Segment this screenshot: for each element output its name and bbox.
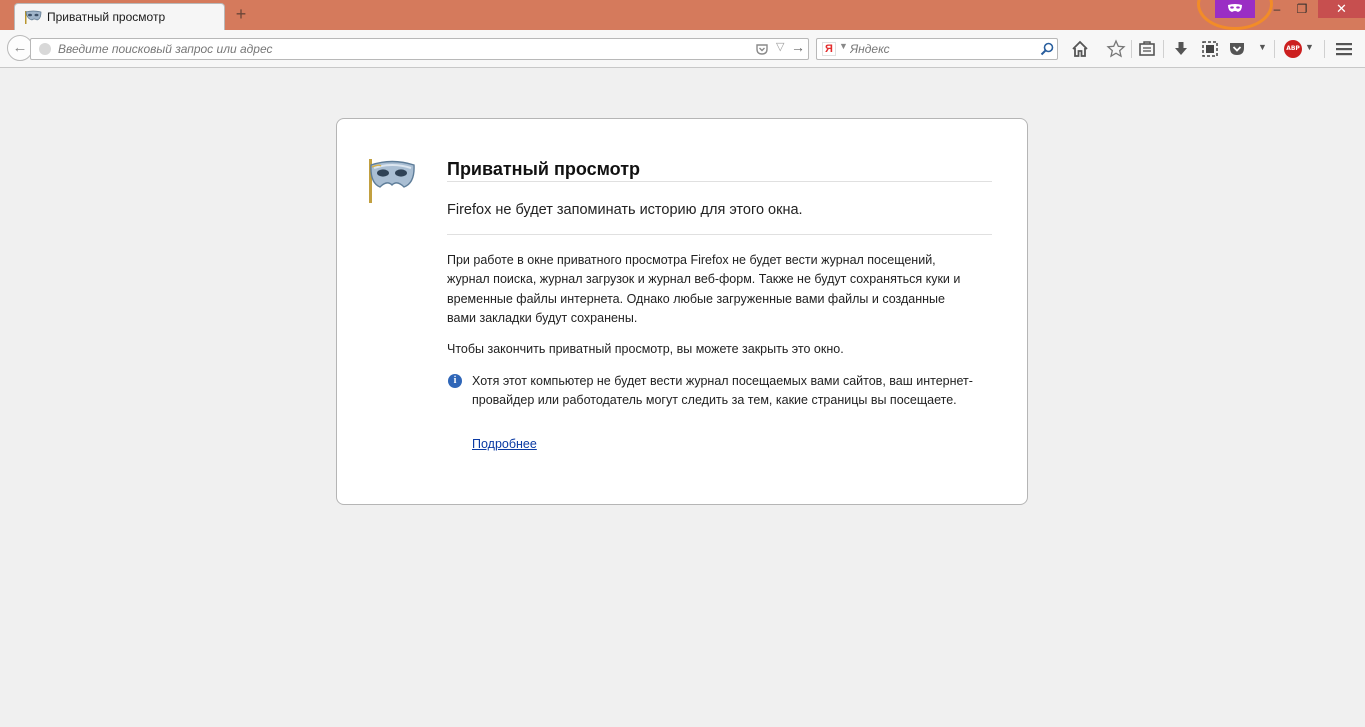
abp-dropdown-icon[interactable]: ▼ xyxy=(1305,42,1314,52)
screenshot-icon[interactable] xyxy=(1200,39,1220,59)
private-browsing-card: Приватный просмотр Firefox не будет запо… xyxy=(336,118,1028,505)
close-window-hint: Чтобы закончить приватный просмотр, вы м… xyxy=(447,342,844,356)
private-mask-icon xyxy=(1228,4,1242,12)
pocket-dropdown-icon[interactable]: ▼ xyxy=(1258,42,1267,52)
new-tab-button[interactable]: + xyxy=(232,5,250,23)
private-mask-icon xyxy=(369,159,415,203)
tab-private-browsing[interactable]: Приватный просмотр xyxy=(14,3,225,31)
toolbar-separator xyxy=(1324,40,1325,58)
title-bar: Приватный просмотр + – ❐ ✕ xyxy=(0,0,1365,31)
home-icon[interactable] xyxy=(1070,39,1090,59)
page-subtitle: Firefox не будет запоминать историю для … xyxy=(447,202,803,218)
toolbar-separator xyxy=(1131,40,1132,58)
description-text: При работе в окне приватного просмотра F… xyxy=(447,253,961,325)
tracking-notice-text: Хотя этот компьютер не будет вести журна… xyxy=(472,374,973,408)
private-mask-icon xyxy=(25,10,42,24)
close-window-button[interactable]: ✕ xyxy=(1318,0,1365,18)
maximize-button[interactable]: ❐ xyxy=(1290,0,1314,18)
search-icon[interactable] xyxy=(1039,41,1055,57)
download-icon[interactable] xyxy=(1171,39,1191,59)
url-bar[interactable]: ▽ → xyxy=(30,38,809,60)
go-button[interactable]: → xyxy=(791,39,805,55)
search-engine-dropdown-icon[interactable]: ▼ xyxy=(839,41,848,51)
search-input[interactable] xyxy=(850,41,1035,57)
search-bar[interactable]: Я ▼ xyxy=(816,38,1058,60)
url-history-dropdown[interactable]: ▽ xyxy=(776,40,784,53)
minimize-button[interactable]: – xyxy=(1266,0,1288,18)
url-input[interactable] xyxy=(58,41,748,57)
private-browsing-indicator xyxy=(1215,0,1255,18)
navigation-toolbar: ← ▽ → Я ▼ xyxy=(0,30,1365,68)
divider xyxy=(447,234,992,235)
bookmark-star-icon[interactable] xyxy=(1106,39,1126,59)
toolbar-separator xyxy=(1274,40,1275,58)
toolbar-separator xyxy=(1163,40,1164,58)
reading-list-icon[interactable] xyxy=(1137,39,1157,59)
divider xyxy=(447,181,992,182)
site-identity-icon[interactable] xyxy=(39,43,51,55)
pocket-icon[interactable] xyxy=(755,42,769,56)
page-title: Приватный просмотр xyxy=(447,159,641,179)
yandex-logo-icon[interactable]: Я xyxy=(822,42,836,56)
info-icon: i xyxy=(448,374,462,388)
tab-label: Приватный просмотр xyxy=(47,10,166,24)
pocket-icon[interactable] xyxy=(1227,39,1247,59)
learn-more-link[interactable]: Подробнее xyxy=(472,437,537,451)
abp-icon[interactable]: ABP xyxy=(1284,40,1302,58)
menu-icon[interactable] xyxy=(1334,39,1354,59)
